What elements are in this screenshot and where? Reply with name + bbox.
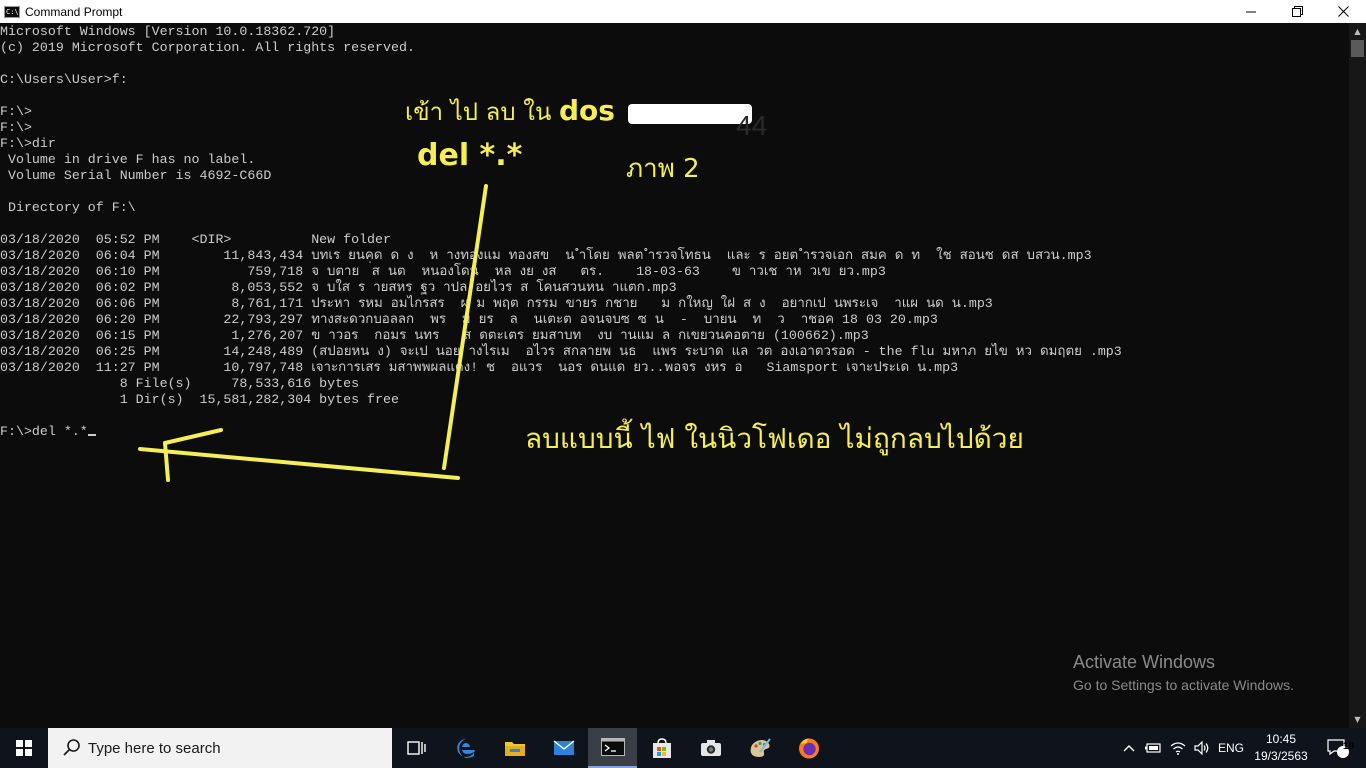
search-placeholder: Type here to search <box>88 739 221 757</box>
taskbar-edge[interactable] <box>441 728 490 768</box>
show-hidden-icons-button[interactable] <box>1118 728 1140 768</box>
firefox-icon <box>798 738 819 759</box>
taskbar-search-box[interactable]: Type here to search <box>48 728 392 768</box>
taskbar-store[interactable] <box>637 728 686 768</box>
taskbar-mail[interactable] <box>539 728 588 768</box>
edge-browser-icon <box>456 739 475 758</box>
tray-battery[interactable] <box>1141 728 1165 768</box>
clock-date: 19/3/2563 <box>1254 749 1308 763</box>
paint-palette-icon <box>750 738 771 757</box>
speaker-icon <box>1194 741 1209 755</box>
clock-time: 10:45 <box>1265 732 1297 746</box>
activate-windows-title: Activate Windows <box>1073 652 1216 672</box>
taskbar-camera[interactable] <box>686 728 735 768</box>
camera-icon <box>700 740 721 756</box>
task-view-button[interactable] <box>392 728 441 768</box>
notification-count-badge: 19 <box>1343 741 1355 752</box>
wifi-icon <box>1170 742 1186 755</box>
action-center-button[interactable]: 19 <box>1318 728 1358 768</box>
tray-input-language[interactable]: ENG <box>1214 728 1248 768</box>
taskbar-firefox[interactable] <box>784 728 833 768</box>
windows-logo-icon <box>16 740 32 756</box>
taskbar-command-prompt[interactable] <box>588 728 637 768</box>
taskbar: Type here to search ENG 10:45 19/3/2563 <box>0 728 1366 768</box>
taskbar-paint[interactable] <box>735 728 784 768</box>
folder-icon <box>504 742 525 756</box>
tray-clock[interactable]: 10:45 19/3/2563 <box>1254 731 1308 765</box>
tray-volume[interactable] <box>1190 728 1214 768</box>
search-icon <box>63 739 80 756</box>
activate-windows-subtitle: Go to Settings to activate Windows. <box>1073 677 1294 693</box>
cmd-icon <box>600 738 625 756</box>
chevron-up-icon <box>1123 745 1135 752</box>
task-view-icon <box>406 741 426 755</box>
tray-network[interactable] <box>1166 728 1190 768</box>
start-button[interactable] <box>0 728 48 768</box>
store-bag-icon <box>652 738 671 758</box>
battery-icon <box>1145 743 1161 753</box>
taskbar-file-explorer[interactable] <box>490 728 539 768</box>
mail-icon <box>553 740 574 755</box>
